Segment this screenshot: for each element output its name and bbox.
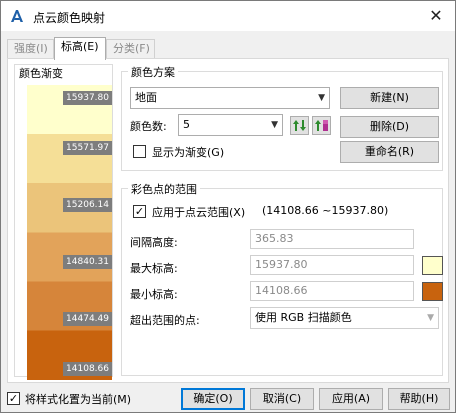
scheme-select-value: 地面	[135, 91, 157, 104]
swap-colors-button[interactable]	[290, 116, 309, 135]
tab-classification[interactable]: 分类(F)	[106, 39, 155, 59]
dialog-footer: ✓ 将样式化置为当前(M) 确定(O) 取消(C) 应用(A) 帮助(H)	[1, 385, 455, 413]
min-elevation-label: 最小标高:	[130, 288, 178, 301]
invert-colors-button[interactable]	[312, 116, 331, 135]
apply-range-label: 应用于点云范围(X)	[152, 206, 246, 219]
color-ramp-icon	[315, 120, 328, 131]
title-bar: 点云颜色映射 ✕	[1, 1, 455, 31]
close-icon[interactable]: ✕	[421, 1, 451, 31]
dialog-window: 点云颜色映射 ✕ 强度(I) 标高(E) 分类(F) 颜色渐变 15937.80…	[0, 0, 456, 413]
chevron-down-icon: ▼	[271, 120, 278, 130]
color-scheme-group: 颜色方案 地面 ▼ 新建(N) 颜色数: 5 ▼ 删除(D) 显示为渐变(G) …	[121, 64, 443, 171]
color-range-title: 彩色点的范围	[128, 181, 200, 197]
show-gradient-label: 显示为渐变(G)	[152, 146, 225, 159]
new-button[interactable]: 新建(N)	[340, 87, 439, 109]
color-count-label: 颜色数:	[130, 120, 167, 133]
color-gradient-group: 颜色渐变 15937.80 15571.97 15206.14 14840.31…	[14, 64, 113, 380]
out-of-range-select[interactable]: 使用 RGB 扫描颜色 ▼	[250, 307, 439, 329]
interval-height-label: 间隔高度:	[130, 236, 178, 249]
interval-height-field[interactable]: 365.83	[250, 229, 414, 249]
tab-intensity[interactable]: 强度(I)	[7, 39, 54, 59]
color-gradient-title: 颜色渐变	[18, 65, 64, 81]
tick-label: 15206.14	[63, 198, 112, 212]
tick-label: 14474.49	[63, 312, 112, 326]
color-scheme-title: 颜色方案	[128, 64, 178, 80]
color-count-select[interactable]: 5 ▼	[178, 114, 283, 136]
min-color-swatch[interactable]	[422, 282, 443, 301]
tick-label: 14108.66	[63, 362, 112, 376]
tab-elevation[interactable]: 标高(E)	[54, 37, 106, 60]
chevron-down-icon: ▼	[427, 313, 434, 323]
gradient-strip: 15937.80 15571.97 15206.14 14840.31 1447…	[27, 85, 112, 380]
cancel-button[interactable]: 取消(C)	[250, 388, 314, 410]
help-button[interactable]: 帮助(H)	[388, 388, 450, 410]
out-of-range-label: 超出范围的点:	[130, 314, 200, 327]
tick-label: 15937.80	[63, 91, 112, 105]
chevron-down-icon: ▼	[318, 93, 325, 103]
show-gradient-checkbox[interactable]	[133, 145, 146, 158]
apply-button[interactable]: 应用(A)	[319, 388, 383, 410]
set-current-checkbox[interactable]: ✓	[7, 392, 20, 405]
elevation-panel: 颜色渐变 15937.80 15571.97 15206.14 14840.31…	[7, 58, 449, 383]
max-elevation-field[interactable]: 15937.80	[250, 255, 414, 275]
scheme-select[interactable]: 地面 ▼	[130, 87, 330, 109]
out-of-range-value: 使用 RGB 扫描颜色	[255, 311, 352, 324]
min-elevation-field[interactable]: 14108.66	[250, 281, 414, 301]
swap-arrows-icon	[293, 120, 306, 131]
color-count-value: 5	[183, 118, 190, 131]
tick-label: 14840.31	[63, 255, 112, 269]
window-title: 点云颜色映射	[33, 11, 106, 25]
set-current-label: 将样式化置为当前(M)	[25, 393, 132, 406]
max-elevation-label: 最大标高:	[130, 262, 178, 275]
apply-range-checkbox[interactable]: ✓	[133, 205, 146, 218]
apply-range-values: (14108.66 ~15937.80)	[262, 204, 389, 217]
max-color-swatch[interactable]	[422, 256, 443, 275]
tick-label: 15571.97	[63, 141, 112, 155]
rename-button[interactable]: 重命名(R)	[340, 141, 439, 163]
app-logo-icon	[9, 8, 25, 24]
ok-button[interactable]: 确定(O)	[181, 388, 245, 410]
color-range-group: 彩色点的范围 ✓ 应用于点云范围(X) (14108.66 ~15937.80)…	[121, 181, 443, 376]
delete-button[interactable]: 删除(D)	[340, 116, 439, 138]
